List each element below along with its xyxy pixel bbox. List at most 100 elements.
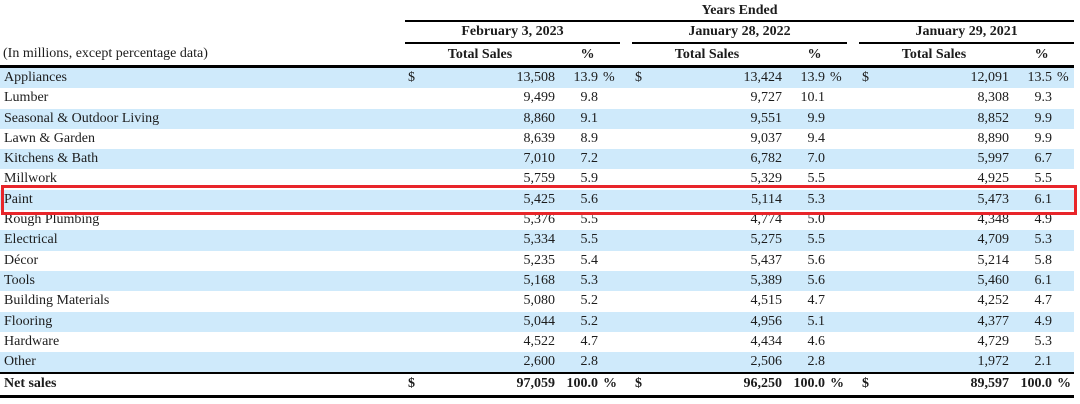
pct-value: 9.4 (782, 129, 825, 149)
dollar-sign (405, 271, 425, 291)
table-row: Other2,6002.82,5062.81,9722.1 (0, 352, 1074, 373)
sales-value: 8,639 (425, 129, 555, 149)
table-row: Décor5,2355.45,4375.65,2145.8 (0, 251, 1074, 271)
sales-value: 4,956 (652, 312, 782, 332)
pct-sign (598, 271, 620, 291)
category-label: Appliances (0, 67, 405, 89)
pct-value: 100.0 (1009, 373, 1052, 396)
pct-value: 5.6 (555, 190, 598, 210)
sales-value: 2,600 (425, 352, 555, 373)
pct-sign (598, 312, 620, 332)
sales-value: 5,114 (652, 190, 782, 210)
sales-value: 4,252 (879, 291, 1009, 311)
pct-value: 9.1 (555, 109, 598, 129)
pct-sign (598, 210, 620, 230)
pct-value: 5.6 (782, 271, 825, 291)
column-gap (620, 43, 632, 67)
column-gap (620, 169, 632, 189)
table-row: Building Materials5,0805.24,5154.74,2524… (0, 291, 1074, 311)
sales-value: 4,925 (879, 169, 1009, 189)
pct-value: 5.4 (555, 251, 598, 271)
dollar-sign (859, 88, 879, 108)
pct-value: 6.1 (1009, 190, 1052, 210)
sales-value: 5,389 (652, 271, 782, 291)
column-gap (620, 352, 632, 373)
pct-sign: % (825, 67, 847, 89)
pct-sign (1052, 312, 1074, 332)
dollar-sign (859, 210, 879, 230)
sales-value: 96,250 (652, 373, 782, 396)
dollar-sign (632, 129, 652, 149)
table-row: Hardware4,5224.74,4344.64,7295.3 (0, 332, 1074, 352)
pct-value: 5.3 (555, 271, 598, 291)
dollar-sign: $ (632, 67, 652, 89)
period-date-2021: January 29, 2021 (859, 21, 1074, 43)
sales-value: 2,506 (652, 352, 782, 373)
pct-value: 5.9 (555, 169, 598, 189)
sales-value: 4,515 (652, 291, 782, 311)
dollar-sign (632, 230, 652, 250)
sales-value: 5,214 (879, 251, 1009, 271)
column-gap (847, 190, 859, 210)
column-gap (620, 332, 632, 352)
pct-sign (825, 230, 847, 250)
dollar-sign (632, 271, 652, 291)
pct-value: 13.5 (1009, 67, 1052, 89)
pct-value: 5.5 (555, 230, 598, 250)
pct-value: 4.6 (782, 332, 825, 352)
sales-value: 7,010 (425, 149, 555, 169)
pct-value: 5.2 (555, 312, 598, 332)
pct-value: 5.3 (1009, 230, 1052, 250)
sales-value: 5,275 (652, 230, 782, 250)
dollar-sign (405, 230, 425, 250)
pct-sign (1052, 210, 1074, 230)
dollar-sign (859, 230, 879, 250)
dollar-sign (405, 129, 425, 149)
pct-value: 4.9 (1009, 312, 1052, 332)
pct-sign (1052, 291, 1074, 311)
pct-value: 4.7 (1009, 291, 1052, 311)
dollar-sign (405, 210, 425, 230)
percent-header-2023: % (555, 43, 620, 67)
column-gap (620, 21, 632, 43)
pct-sign (825, 169, 847, 189)
column-gap (847, 21, 859, 43)
table-row: Electrical5,3345.55,2755.54,7095.3 (0, 230, 1074, 250)
sales-value: 13,508 (425, 67, 555, 89)
percent-header-2022: % (782, 43, 847, 67)
subheader-row: (In millions, except percentage data) To… (0, 43, 1074, 67)
column-gap (847, 210, 859, 230)
pct-sign (598, 230, 620, 250)
sales-value: 9,727 (652, 88, 782, 108)
net-sales-row: Net sales$97,059100.0%$96,250100.0%$89,5… (0, 373, 1074, 396)
dollar-sign (405, 169, 425, 189)
pct-sign (825, 352, 847, 373)
column-gap (847, 169, 859, 189)
sales-value: 9,551 (652, 109, 782, 129)
sales-value: 5,044 (425, 312, 555, 332)
pct-sign (825, 251, 847, 271)
dollar-sign (632, 312, 652, 332)
financial-report-snippet: Years Ended February 3, 2023 January 28,… (0, 0, 1080, 404)
column-gap (847, 291, 859, 311)
column-gap (620, 251, 632, 271)
dollar-sign (859, 251, 879, 271)
pct-value: 9.9 (1009, 129, 1052, 149)
sales-by-product-category-table: Years Ended February 3, 2023 January 28,… (0, 1, 1074, 398)
dollar-sign (632, 169, 652, 189)
sales-value: 5,334 (425, 230, 555, 250)
dollar-sign (405, 291, 425, 311)
header-spacer (0, 1, 405, 21)
table-row: Seasonal & Outdoor Living8,8609.19,5519.… (0, 109, 1074, 129)
pct-sign (598, 352, 620, 373)
pct-value: 5.5 (1009, 169, 1052, 189)
dollar-sign (405, 251, 425, 271)
pct-value: 100.0 (782, 373, 825, 396)
table-row: Kitchens & Bath7,0107.26,7827.05,9976.7 (0, 149, 1074, 169)
pct-sign (825, 190, 847, 210)
sales-value: 5,235 (425, 251, 555, 271)
column-gap (847, 129, 859, 149)
dollar-sign (405, 332, 425, 352)
column-gap (620, 149, 632, 169)
pct-sign (825, 291, 847, 311)
